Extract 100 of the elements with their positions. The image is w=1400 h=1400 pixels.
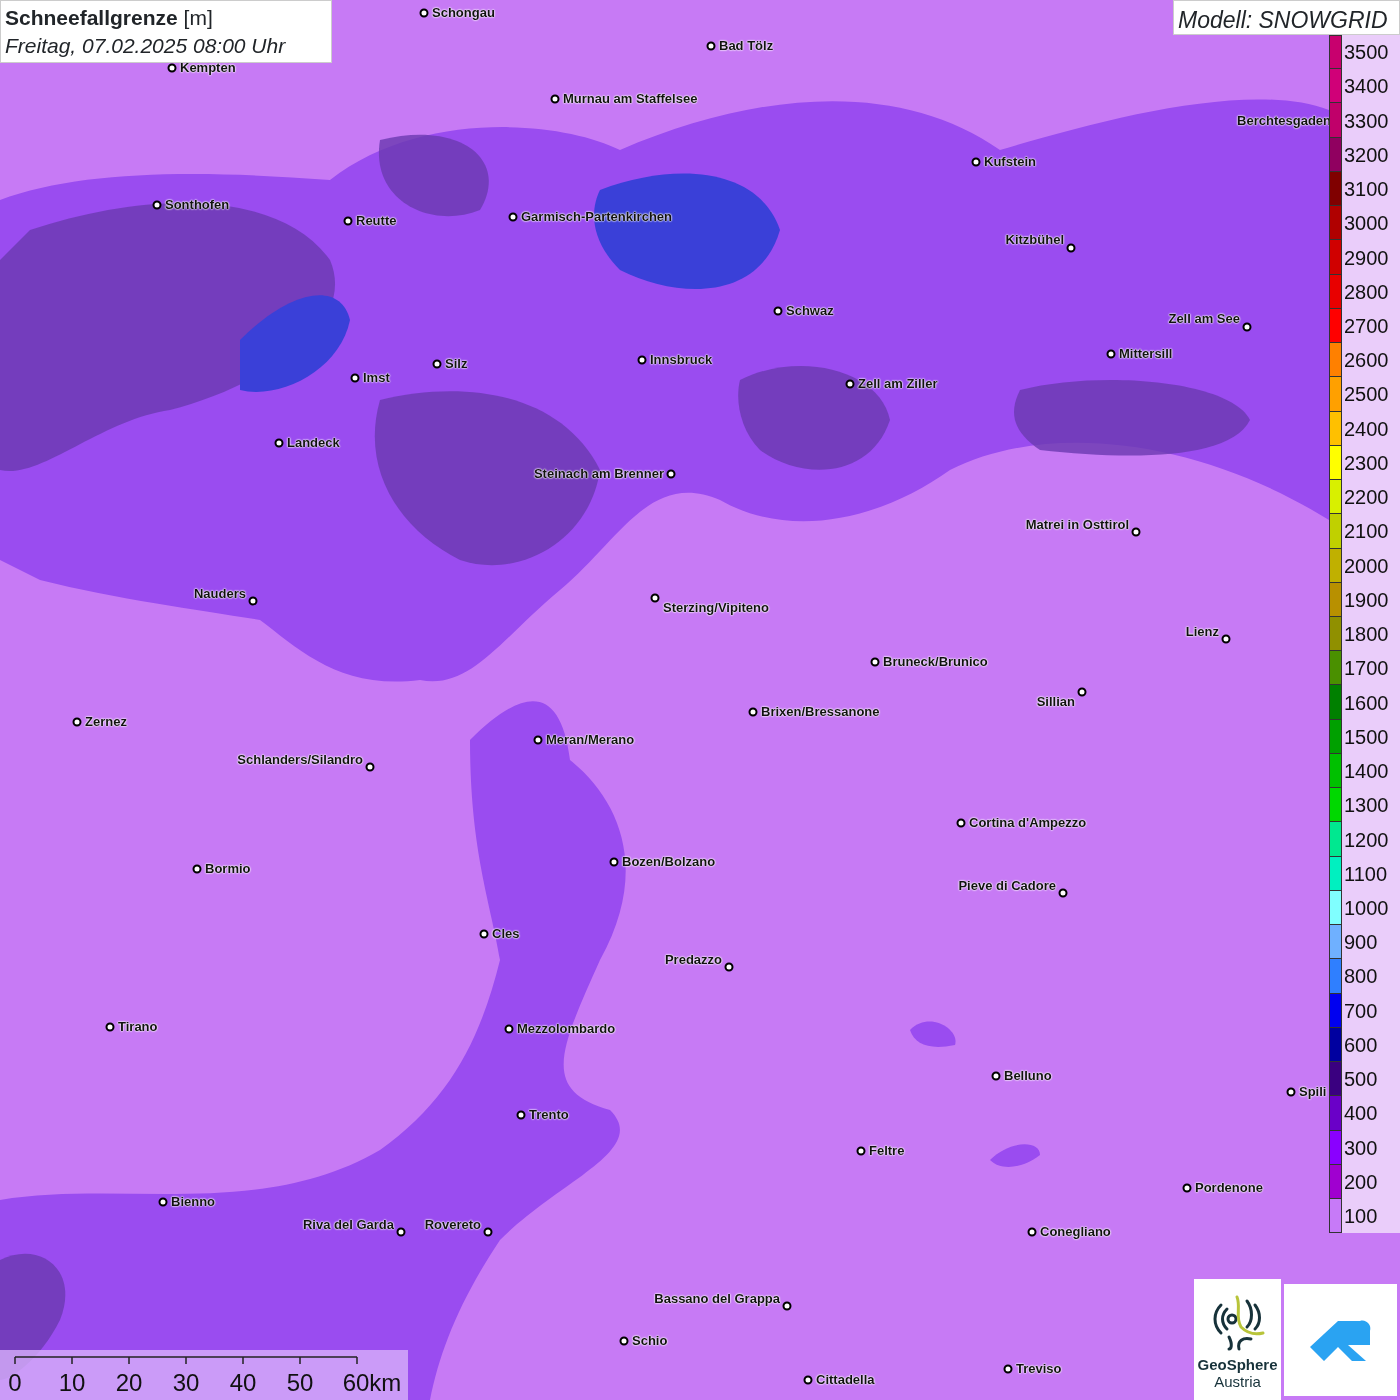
town-marker bbox=[105, 1022, 115, 1032]
town-label: Kempten bbox=[180, 61, 236, 74]
town-label: Zell am See bbox=[1168, 312, 1240, 325]
town-marker bbox=[845, 379, 855, 389]
town-label: Reutte bbox=[356, 214, 397, 227]
legend-value: 3100 bbox=[1343, 177, 1389, 203]
legend-value: 1600 bbox=[1343, 690, 1389, 716]
legend-value: 500 bbox=[1343, 1067, 1378, 1093]
town-label: Pieve di Cadore bbox=[958, 879, 1056, 892]
legend-value: 3200 bbox=[1343, 142, 1389, 168]
scale-label: 30 bbox=[172, 1370, 200, 1397]
town-marker bbox=[991, 1071, 1001, 1081]
scale-label: 20 bbox=[115, 1370, 143, 1397]
town-label: Matrei in Osttirol bbox=[1025, 518, 1129, 531]
town-label: Sillian bbox=[1036, 695, 1075, 708]
legend-value: 200 bbox=[1343, 1169, 1378, 1195]
town-marker bbox=[1058, 888, 1068, 898]
town-label: Zell am Ziller bbox=[858, 377, 938, 390]
town-label: Landeck bbox=[287, 436, 340, 449]
town-label: Bormio bbox=[205, 862, 251, 875]
town-marker bbox=[706, 41, 716, 51]
logo-name: GeoSphere bbox=[1197, 1357, 1278, 1374]
town-label: Riva del Garda bbox=[302, 1218, 394, 1231]
town-marker bbox=[158, 1197, 168, 1207]
town-label: Mittersill bbox=[1119, 347, 1173, 360]
town-marker bbox=[971, 157, 981, 167]
town-marker bbox=[343, 216, 353, 226]
town-label: Kitzbühel bbox=[1005, 233, 1064, 246]
town-label: Belluno bbox=[1004, 1069, 1052, 1082]
legend-value: 1800 bbox=[1343, 622, 1389, 648]
scale-label: 50 bbox=[286, 1370, 314, 1397]
town-label: Bad Tölz bbox=[719, 39, 774, 52]
town-label: Conegliano bbox=[1040, 1225, 1111, 1238]
town-marker bbox=[724, 962, 734, 972]
legend-value: 1200 bbox=[1343, 827, 1389, 853]
logo-subtitle: Austria bbox=[1214, 1373, 1261, 1390]
legend-value: 3000 bbox=[1343, 211, 1389, 237]
legend-value: 2800 bbox=[1343, 279, 1389, 305]
legend-value: 400 bbox=[1343, 1101, 1378, 1127]
town-marker bbox=[432, 359, 442, 369]
town-marker bbox=[1131, 527, 1141, 537]
town-marker bbox=[870, 657, 880, 667]
legend-value: 100 bbox=[1343, 1204, 1378, 1230]
town-marker bbox=[650, 593, 660, 603]
town-label: Bozen/Bolzano bbox=[622, 855, 716, 868]
scale-label: 10 bbox=[58, 1370, 86, 1397]
legend-value: 1100 bbox=[1343, 861, 1387, 887]
town-marker bbox=[1286, 1087, 1296, 1097]
legend-value: 3400 bbox=[1343, 74, 1389, 100]
model-label: Modell: SNOWGRID bbox=[1173, 0, 1400, 35]
town-marker bbox=[782, 1301, 792, 1311]
town-marker bbox=[637, 355, 647, 365]
town-label: Spili bbox=[1299, 1085, 1327, 1098]
town-marker bbox=[274, 438, 284, 448]
town-marker bbox=[1242, 322, 1252, 332]
town-label: Feltre bbox=[869, 1144, 905, 1157]
town-marker bbox=[192, 864, 202, 874]
town-label: Nauders bbox=[193, 587, 246, 600]
town-marker bbox=[533, 735, 543, 745]
town-label: Schlanders/Silandro bbox=[237, 753, 363, 766]
town-label: Cles bbox=[492, 927, 520, 940]
town-label: Steinach am Brenner bbox=[533, 467, 664, 480]
legend-value: 600 bbox=[1343, 1032, 1378, 1058]
scale-label: 0 bbox=[8, 1370, 22, 1397]
town-marker bbox=[1003, 1364, 1013, 1374]
town-marker bbox=[550, 94, 560, 104]
legend-value: 2600 bbox=[1343, 348, 1389, 374]
town-marker bbox=[419, 8, 429, 18]
town-label: Schio bbox=[632, 1334, 668, 1347]
legend-value: 3500 bbox=[1343, 40, 1389, 66]
town-marker bbox=[803, 1375, 813, 1385]
legend-value: 2300 bbox=[1343, 450, 1389, 476]
town-marker bbox=[508, 212, 518, 222]
town-marker bbox=[504, 1024, 514, 1034]
town-marker bbox=[1066, 243, 1076, 253]
town-label: Berchtesgaden bbox=[1237, 114, 1331, 127]
town-label: Kufstein bbox=[984, 155, 1036, 168]
town-label: Mezzolombardo bbox=[517, 1022, 616, 1035]
town-marker bbox=[1182, 1183, 1192, 1193]
town-marker bbox=[248, 596, 258, 606]
town-marker bbox=[1077, 687, 1087, 697]
town-label: Bassano del Grappa bbox=[654, 1292, 780, 1305]
town-marker bbox=[1027, 1227, 1037, 1237]
legend-value: 1900 bbox=[1343, 587, 1389, 613]
town-label: Sonthofen bbox=[165, 198, 230, 211]
town-marker bbox=[365, 762, 375, 772]
scale-label: 60km bbox=[342, 1370, 402, 1397]
scale-label: 40 bbox=[229, 1370, 257, 1397]
legend-value: 1500 bbox=[1343, 724, 1389, 750]
town-label: Silz bbox=[445, 357, 468, 370]
legend-value: 700 bbox=[1343, 998, 1378, 1024]
town-label: Predazzo bbox=[664, 953, 722, 966]
legend-value: 1300 bbox=[1343, 793, 1389, 819]
town-label: Zernez bbox=[85, 715, 127, 728]
town-marker bbox=[666, 469, 676, 479]
town-label: Trento bbox=[529, 1108, 569, 1121]
legend-value: 1400 bbox=[1343, 759, 1389, 785]
town-label: Bruneck/Brunico bbox=[883, 655, 988, 668]
legend-value: 900 bbox=[1343, 930, 1378, 956]
town-label: Cittadella bbox=[816, 1373, 875, 1386]
